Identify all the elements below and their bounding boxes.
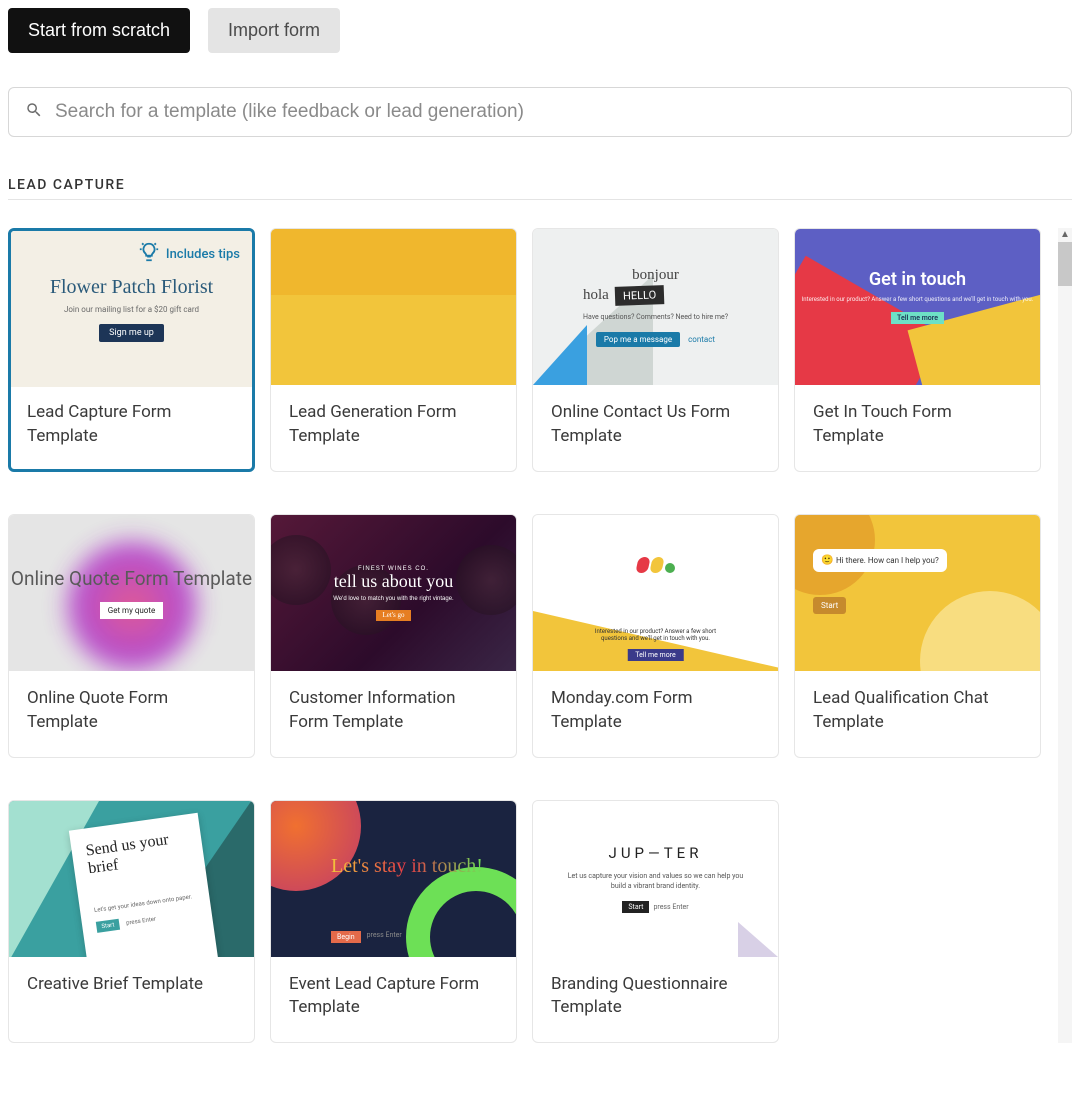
preview-heading: tell us about you [333,572,453,590]
preview-button: Sign me up [99,324,164,342]
preview-subtext: Interested in our product? Answer a few … [795,296,1040,304]
scrollbar[interactable]: ▲ [1058,228,1072,1043]
template-grid: Includes tips Flower Patch Florist Join … [8,228,1052,1043]
template-scroll-region: Includes tips Flower Patch Florist Join … [8,228,1072,1043]
preview-subtext: Join our mailing list for a $20 gift car… [64,305,199,314]
template-preview: Interested in our product? Answer a few … [533,515,778,671]
template-card-event-lead-capture[interactable]: Let's stay in touch! Begin press Enter E… [270,800,517,1044]
preview-heading: Online Quote Form Template [11,567,252,592]
import-form-button[interactable]: Import form [208,8,340,53]
preview-text: bonjour [583,267,728,284]
template-preview: JUP—TER Let us capture your vision and v… [533,801,778,957]
preview-text: hola [583,287,609,304]
template-card-creative-brief[interactable]: Send us your brief Let's get your ideas … [8,800,255,1044]
template-card-monday[interactable]: Interested in our product? Answer a few … [532,514,779,758]
template-title: Event Lead Capture Form Template [271,957,516,1043]
start-from-scratch-button[interactable]: Start from scratch [8,8,190,53]
template-title: Lead Qualification Chat Template [795,671,1040,757]
preview-button: Pop me a message [596,332,680,347]
monday-logo-icon [637,557,675,573]
preview-hint: press Enter [367,931,402,943]
lightbulb-icon [138,241,160,267]
preview-button: Get my quote [100,602,163,619]
includes-tips-badge: Includes tips [138,241,240,267]
template-card-lead-capture[interactable]: Includes tips Flower Patch Florist Join … [8,228,255,472]
template-card-get-in-touch[interactable]: Get in touch Interested in our product? … [794,228,1041,472]
template-title: Branding Questionnaire Template [533,957,778,1043]
template-card-lead-qualification-chat[interactable]: Hi there. How can I help you? Start Lead… [794,514,1041,758]
preview-heading: Let's stay in touch! [331,855,483,877]
template-title: Monday.com Form Template [533,671,778,757]
template-card-contact-us[interactable]: bonjour hola HELLO Have questions? Comme… [532,228,779,472]
template-title: Online Contact Us Form Template [533,385,778,471]
preview-subtext: Let us capture your vision and values so… [566,872,746,892]
template-preview: Online Quote Form Template Get my quote [9,515,254,671]
template-title: Customer Information Form Template [271,671,516,757]
preview-heading: JUP—TER [609,844,703,862]
toolbar: Start from scratch Import form [8,8,1072,53]
template-title: Online Quote Form Template [9,671,254,757]
preview-button: Start [622,901,649,913]
preview-heading: Flower Patch Florist [50,276,213,299]
template-preview: bonjour hola HELLO Have questions? Comme… [533,229,778,385]
preview-button: Start [813,597,846,614]
tips-badge-label: Includes tips [166,247,240,262]
preview-text: HELLO [614,285,664,306]
search-icon [25,101,43,123]
template-preview: FINEST WINES CO. tell us about you We'd … [271,515,516,671]
preview-button: Let's go [376,610,410,621]
preview-bubble: Hi there. How can I help you? [813,549,947,572]
template-title: Get In Touch Form Template [795,385,1040,471]
preview-button: Start [96,919,120,933]
preview-subtext: Have questions? Comments? Need to hire m… [583,313,728,321]
template-preview: Includes tips Flower Patch Florist Join … [11,231,252,387]
section-title: LEAD CAPTURE [8,177,1072,200]
template-title: Lead Generation Form Template [271,385,516,471]
preview-button: Tell me more [891,312,944,324]
template-preview: Send us your brief Let's get your ideas … [9,801,254,957]
template-title: Lead Capture Form Template [11,387,252,469]
preview-subtext: We'd love to match you with the right vi… [333,596,453,602]
template-preview [271,229,516,385]
preview-heading: Get in touch [869,269,966,290]
template-title: Creative Brief Template [9,957,254,1039]
preview-button: Begin [331,931,361,943]
template-card-lead-generation[interactable]: Lead Generation Form Template [270,228,517,472]
scrollbar-thumb[interactable] [1058,242,1072,286]
scroll-up-icon[interactable]: ▲ [1058,228,1072,242]
template-card-customer-info[interactable]: FINEST WINES CO. tell us about you We'd … [270,514,517,758]
preview-heading: Send us your brief [85,828,191,877]
template-preview: Hi there. How can I help you? Start [795,515,1040,671]
preview-subtext: Let's get your ideas down onto paper. [94,893,196,914]
template-preview: Let's stay in touch! Begin press Enter [271,801,516,957]
search-bar[interactable] [8,87,1072,137]
preview-button: Tell me more [627,649,683,661]
template-card-branding-questionnaire[interactable]: JUP—TER Let us capture your vision and v… [532,800,779,1044]
template-card-online-quote[interactable]: Online Quote Form Template Get my quote … [8,514,255,758]
preview-subtext: Interested in our product? Answer a few … [594,628,717,642]
template-preview: Get in touch Interested in our product? … [795,229,1040,385]
preview-hint: press Enter [126,915,157,926]
preview-hint: press Enter [653,901,688,913]
preview-link: contact [688,335,715,344]
search-input[interactable] [53,100,1055,124]
